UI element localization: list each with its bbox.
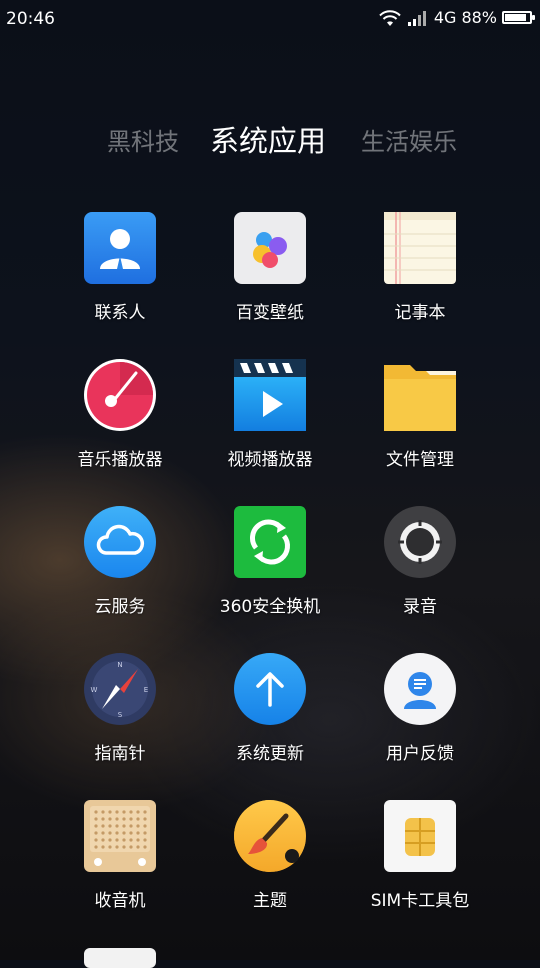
app-label: 360安全换机 <box>219 597 321 617</box>
speaker-dot <box>136 810 140 814</box>
speaker-dot <box>115 831 119 835</box>
speaker-dot <box>136 817 140 821</box>
app-label: SIM卡工具包 <box>370 891 470 911</box>
speaker-dot <box>101 810 105 814</box>
compass-icon: N S W E <box>84 653 156 725</box>
speaker-dot <box>108 831 112 835</box>
speaker-dot <box>122 845 126 849</box>
speaker-dot <box>101 831 105 835</box>
app-label: 主题 <box>253 891 287 911</box>
radio-icon <box>84 800 156 872</box>
speaker-dot <box>136 845 140 849</box>
app-label: 云服务 <box>94 597 146 617</box>
speaker-dot <box>94 824 98 828</box>
speaker-dot <box>108 845 112 849</box>
speaker-dot <box>129 817 133 821</box>
music-player-icon <box>84 359 156 431</box>
speaker-dot <box>143 824 147 828</box>
speaker-dot <box>143 817 147 821</box>
speaker-dot <box>101 817 105 821</box>
speaker-dot <box>143 845 147 849</box>
speaker-dot <box>129 845 133 849</box>
speaker-dot <box>101 845 105 849</box>
recorder-icon <box>384 506 456 578</box>
speaker-dot <box>94 810 98 814</box>
speaker-dot <box>115 824 119 828</box>
speaker-dot <box>115 810 119 814</box>
speaker-dot <box>129 838 133 842</box>
speaker-dot <box>115 817 119 821</box>
speaker-dot <box>122 810 126 814</box>
speaker-dot <box>122 824 126 828</box>
sim-card-icon <box>384 800 456 872</box>
cloud-icon <box>84 506 156 578</box>
app-label: 系统更新 <box>236 744 304 764</box>
app-label: 用户反馈 <box>386 744 454 764</box>
speaker-dot <box>129 824 133 828</box>
app-label: 收音机 <box>94 891 146 911</box>
speaker-dot <box>129 810 133 814</box>
svg-text:S: S <box>118 711 123 719</box>
phone-transfer-icon <box>234 506 306 578</box>
speaker-dot <box>101 824 105 828</box>
video-player-icon <box>234 359 306 431</box>
speaker-dot <box>136 831 140 835</box>
svg-text:W: W <box>91 686 98 694</box>
system-update-icon <box>234 653 306 725</box>
speaker-dot <box>94 838 98 842</box>
speaker-dot <box>143 838 147 842</box>
speaker-dot <box>143 810 147 814</box>
app-label: 文件管理 <box>386 450 454 470</box>
app-label: 联系人 <box>94 303 146 323</box>
speaker-dot <box>136 838 140 842</box>
app-label: 录音 <box>403 597 437 617</box>
speaker-dot <box>143 831 147 835</box>
speaker-dot <box>122 831 126 835</box>
theme-icon <box>234 800 306 872</box>
svg-text:N: N <box>117 661 122 669</box>
speaker-dot <box>94 817 98 821</box>
contacts-icon <box>84 212 156 284</box>
app-grid: 联系人 百变壁纸 记事本 音乐播放器 视频播放器 文件管理 云服务 360安全换… <box>0 0 540 968</box>
speaker-dot <box>129 831 133 835</box>
app-label: 视频播放器 <box>227 450 313 470</box>
speaker-dot <box>115 845 119 849</box>
speaker-dot <box>94 845 98 849</box>
feedback-icon <box>384 653 456 725</box>
speaker-dot <box>108 810 112 814</box>
svg-text:E: E <box>144 686 148 694</box>
speaker-dot <box>122 838 126 842</box>
speaker-dot <box>101 838 105 842</box>
speaker-dot <box>108 824 112 828</box>
notepad-icon <box>384 212 456 284</box>
app-label: 音乐播放器 <box>77 450 163 470</box>
partial-app-icon[interactable] <box>84 948 156 968</box>
app-label: 记事本 <box>394 303 446 323</box>
speaker-dot <box>122 817 126 821</box>
speaker-dot <box>115 838 119 842</box>
app-label: 指南针 <box>94 744 146 764</box>
wallpaper-icon <box>234 212 306 284</box>
speaker-dot <box>94 831 98 835</box>
folder-icon <box>384 365 456 431</box>
app-label: 百变壁纸 <box>236 303 304 323</box>
speaker-dot <box>108 838 112 842</box>
speaker-dot <box>108 817 112 821</box>
speaker-dot <box>136 824 140 828</box>
